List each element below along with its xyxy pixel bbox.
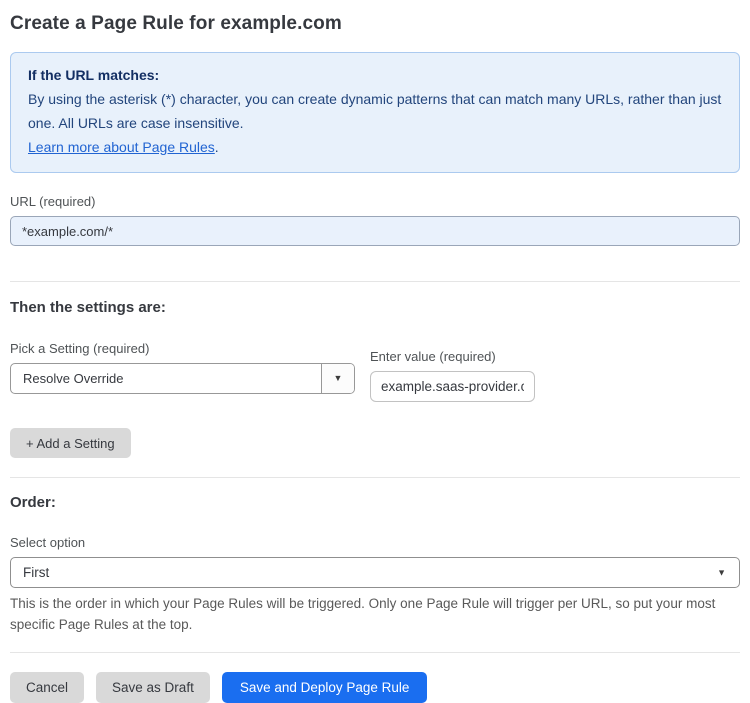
order-select-value: First	[23, 565, 50, 580]
footer-divider	[10, 652, 740, 653]
url-input[interactable]	[10, 216, 740, 246]
order-select-label: Select option	[10, 535, 86, 550]
link-suffix: .	[214, 139, 219, 155]
enter-value-label: Enter value (required)	[370, 349, 496, 364]
info-box-heading: If the URL matches:	[28, 67, 160, 83]
cancel-button[interactable]: Cancel	[10, 672, 85, 703]
section-divider	[10, 477, 740, 478]
info-box-body: By using the asterisk (*) character, you…	[28, 91, 722, 131]
save-as-draft-button[interactable]: Save as Draft	[96, 672, 210, 703]
setting-select-arrow-button[interactable]: ▼	[321, 364, 354, 393]
enter-value-column: Enter value (required)	[370, 341, 535, 402]
page-title: Create a Page Rule for example.com	[10, 13, 342, 34]
add-setting-button[interactable]: + Add a Setting	[10, 428, 131, 458]
pick-setting-column: Pick a Setting (required) Resolve Overri…	[10, 341, 355, 394]
page-rule-form: Create a Page Rule for example.com If th…	[0, 0, 750, 703]
info-box-link-line: Learn more about Page Rules.	[28, 135, 722, 159]
order-help-text: This is the order in which your Page Rul…	[10, 596, 716, 632]
url-match-info-box: If the URL matches: By using the asteris…	[10, 52, 740, 173]
settings-section-heading: Then the settings are:	[10, 299, 166, 316]
setting-select[interactable]: Resolve Override ▼	[10, 363, 355, 394]
url-field-label: URL (required)	[10, 194, 96, 209]
chevron-down-icon: ▼	[717, 567, 726, 577]
setting-value-input[interactable]	[370, 371, 535, 402]
setting-row: Pick a Setting (required) Resolve Overri…	[10, 341, 740, 402]
save-and-deploy-button[interactable]: Save and Deploy Page Rule	[221, 672, 428, 703]
learn-more-link[interactable]: Learn more about Page Rules	[28, 139, 215, 155]
setting-select-value: Resolve Override	[23, 371, 124, 386]
pick-setting-label: Pick a Setting (required)	[10, 341, 150, 356]
section-divider	[10, 281, 740, 282]
footer-actions: Cancel Save as Draft Save and Deploy Pag…	[10, 672, 740, 703]
order-select[interactable]: First ▼	[10, 557, 740, 588]
chevron-down-icon: ▼	[333, 373, 343, 383]
order-section-heading: Order:	[10, 494, 56, 511]
